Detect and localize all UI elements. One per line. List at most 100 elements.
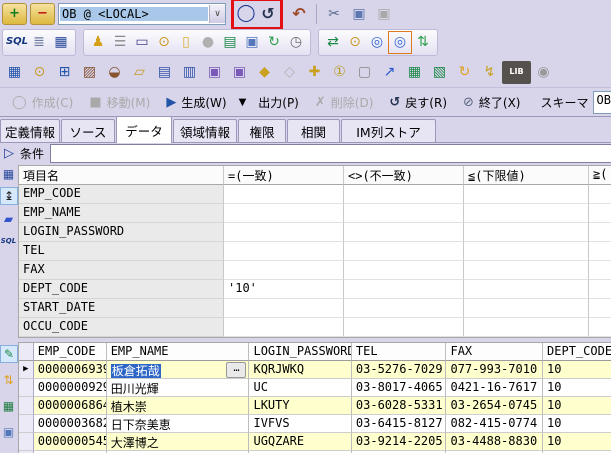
tel-cell[interactable]: 03-6028-5331 (351, 397, 447, 415)
emp-code-cell[interactable]: 0000003682 (33, 415, 107, 433)
upper-bound-cell[interactable] (589, 299, 611, 318)
tab-source[interactable]: ソース (61, 119, 115, 142)
equals-cell[interactable]: '10' (224, 280, 344, 299)
sequence-icon[interactable]: ① (327, 62, 352, 83)
user-icon[interactable]: ♟ (87, 32, 109, 53)
table-sync-icon[interactable]: ⇅ (412, 32, 434, 53)
session-icon[interactable]: ▭ (131, 32, 153, 53)
lower-bound-cell[interactable] (464, 242, 589, 261)
paste-icon[interactable]: ▣ (373, 3, 395, 24)
delete-button[interactable]: ✗ 削除(D) (309, 92, 380, 113)
equals-cell[interactable] (224, 223, 344, 242)
upper-bound-cell[interactable] (589, 261, 611, 280)
recycle-bin-icon[interactable]: ↻ (263, 32, 285, 53)
dept-code-cell[interactable]: 10 (543, 397, 611, 415)
java-icon[interactable]: ◒ (102, 62, 127, 83)
table-data-icon[interactable]: ▦ (402, 62, 427, 83)
move-button[interactable]: ■ 移動(M) (83, 92, 156, 113)
fax-cell[interactable]: 082-415-0774 (446, 415, 544, 433)
copy-grid-icon[interactable]: ▣ (0, 423, 17, 440)
window-icon[interactable]: ▣ (202, 62, 227, 83)
db-connect-icon[interactable]: + (2, 2, 27, 25)
excel-export-icon[interactable]: ▦ (0, 397, 17, 414)
sql-editor-icon[interactable]: SQL (6, 32, 28, 53)
window-alt-icon[interactable]: ▣ (227, 62, 252, 83)
condition-input[interactable] (50, 144, 611, 163)
emp-name-cell[interactable]: 日下奈美恵 (106, 415, 250, 433)
table-icon[interactable]: ▦ (2, 62, 27, 83)
lower-bound-cell[interactable] (464, 204, 589, 223)
blob-icon[interactable]: ● (197, 32, 219, 53)
generate-button[interactable]: ▶ 生成(W) (160, 92, 232, 113)
tab-privileges[interactable]: 権限 (238, 119, 286, 142)
current-row-marker[interactable]: ▶ (19, 361, 34, 379)
not-equals-cell[interactable] (344, 223, 464, 242)
emp-name-cell[interactable]: 田川光輝 (106, 379, 250, 397)
window-plain-icon[interactable]: ▢ (352, 62, 377, 83)
hint-bulb-icon[interactable]: ◉ (531, 62, 556, 83)
document-x-icon[interactable]: ▥ (177, 62, 202, 83)
dept-code-cell[interactable]: 10 (543, 415, 611, 433)
tablespace-icon[interactable]: ☰ (109, 32, 131, 53)
reference-tree-icon[interactable]: ◇ (277, 62, 302, 83)
dept-code-cell[interactable]: 10 (543, 433, 611, 451)
java-source-icon[interactable]: ▨ (77, 62, 102, 83)
chevron-down-icon[interactable]: ∨ (209, 4, 225, 23)
tab-storage[interactable]: 領域情報 (173, 119, 237, 142)
clock-icon[interactable]: ◷ (285, 32, 307, 53)
col-header-login-password[interactable]: LOGIN_PASSWORD (249, 343, 352, 361)
output-button[interactable]: 出力(P) (252, 92, 305, 113)
copy-icon[interactable]: ▣ (348, 3, 370, 24)
grid-window-icon[interactable]: ▦ (50, 32, 72, 53)
not-equals-cell[interactable] (344, 242, 464, 261)
emp-code-cell[interactable]: 0000000545 (33, 433, 107, 451)
upper-bound-cell[interactable] (589, 223, 611, 242)
col-header-dept-code[interactable]: DEPT_CODE (543, 343, 611, 361)
create-button[interactable]: ◯ 作成(C) (6, 92, 79, 113)
lower-bound-cell[interactable] (464, 261, 589, 280)
cell-ellipsis-button[interactable]: … (226, 362, 247, 378)
equals-cell[interactable] (224, 185, 344, 204)
tel-cell[interactable]: 03-6415-8127 (351, 415, 447, 433)
col-header-emp-code[interactable]: EMP_CODE (33, 343, 107, 361)
login-password-cell[interactable]: KQRJWKQ (249, 361, 352, 379)
equals-cell[interactable] (224, 261, 344, 280)
tab-relations[interactable]: 相関 (287, 119, 340, 142)
dept-code-cell[interactable]: 10 (543, 379, 611, 397)
cut-icon[interactable]: ✂ (323, 3, 345, 24)
rollback-segment-icon[interactable]: ▯ (175, 32, 197, 53)
dept-code-cell[interactable]: 10 (543, 361, 611, 379)
upper-bound-cell[interactable] (589, 242, 611, 261)
col-header-emp-name[interactable]: EMP_NAME (106, 343, 250, 361)
row-header[interactable] (19, 415, 34, 433)
close-button[interactable]: ⊘ 終了(X) (457, 92, 527, 113)
new-window-icon[interactable]: ✚ (302, 62, 327, 83)
rollback-icon[interactable]: ↺ (257, 3, 279, 24)
eraser-icon[interactable]: ▰ (0, 210, 17, 227)
not-equals-cell[interactable] (344, 261, 464, 280)
generate-dropdown-button[interactable]: ▼ (237, 95, 249, 110)
key-icon[interactable]: ⊙ (344, 32, 366, 53)
emp-name-cell[interactable]: 植木崇 (106, 397, 250, 415)
tab-im-column-store[interactable]: IM列ストア (341, 119, 436, 142)
java-folder-icon[interactable]: ▱ (127, 62, 152, 83)
equals-cell[interactable] (224, 242, 344, 261)
pages-icon[interactable]: ▣ (241, 32, 263, 53)
schema-input[interactable]: OB (592, 90, 611, 114)
edit-mode-icon[interactable]: ✎ (0, 345, 18, 363)
col-header-fax[interactable]: FAX (446, 343, 544, 361)
fetch-more-icon[interactable]: ⇅ (0, 371, 17, 388)
upper-bound-cell[interactable] (589, 280, 611, 299)
tel-cell[interactable]: 03-5276-7029 (351, 361, 447, 379)
emp-name-cell[interactable]: 大澤博之 (106, 433, 250, 451)
lib-icon[interactable]: LIB (502, 60, 531, 84)
lower-bound-cell[interactable] (464, 223, 589, 242)
login-password-cell[interactable]: UC (249, 379, 352, 397)
not-equals-cell[interactable] (344, 185, 464, 204)
record-circle-icon[interactable]: ◯ (235, 3, 257, 24)
not-equals-cell[interactable] (344, 204, 464, 223)
not-equals-cell[interactable] (344, 318, 464, 337)
partial-tool-icon[interactable]: ▱ (0, 447, 17, 453)
sql-search-icon[interactable]: ◎ (366, 32, 388, 53)
emp-name-cell[interactable]: 板倉拓哉 … (106, 361, 250, 379)
